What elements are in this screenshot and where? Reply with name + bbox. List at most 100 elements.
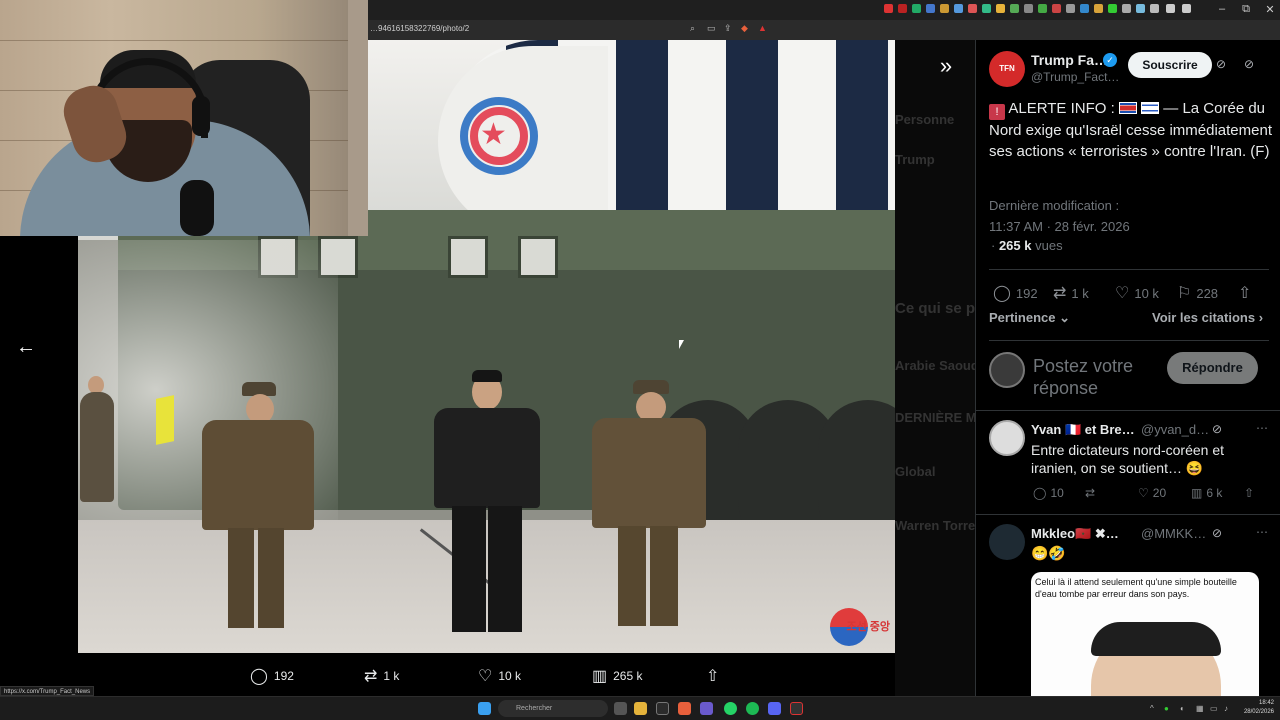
menu-icon[interactable] xyxy=(1182,4,1191,13)
commenter-name[interactable]: Mkkleo🇲🇦 ✖… xyxy=(1031,526,1119,542)
extension-icon[interactable] xyxy=(996,4,1005,13)
brave-shield-icon[interactable]: ◆ xyxy=(741,23,748,34)
taskbar-search[interactable]: Rechercher xyxy=(498,700,608,717)
zoom-icon[interactable]: ⌕ xyxy=(690,23,695,34)
app-icon[interactable] xyxy=(700,702,713,715)
feed-trend: Global xyxy=(895,464,936,479)
commenter-avatar[interactable] xyxy=(989,420,1025,456)
reply-stat[interactable]: ◯ 10 xyxy=(1033,486,1064,500)
extension-icon[interactable] xyxy=(1108,4,1117,13)
sort-dropdown[interactable]: Pertinence ⌄ xyxy=(989,310,1070,326)
collapse-panel-icon[interactable]: » xyxy=(928,50,964,82)
comment-text: Entre dictateurs nord-coréen et iranien,… xyxy=(1031,442,1224,476)
mouse-cursor-icon xyxy=(679,340,684,349)
more-options-icon[interactable]: ⋯ xyxy=(1256,421,1268,435)
extension-icon[interactable] xyxy=(940,4,949,13)
minimize-button[interactable]: – xyxy=(1210,3,1234,15)
tray-app-icon[interactable]: ● xyxy=(1164,704,1169,713)
maximize-button[interactable]: ⧉ xyxy=(1234,3,1258,16)
spotify-icon[interactable] xyxy=(746,702,759,715)
feed-trend: Arabie Saoud xyxy=(895,358,975,373)
task-view-icon[interactable] xyxy=(614,702,627,715)
extension-icon[interactable] xyxy=(1080,4,1089,13)
reply-input[interactable]: Postez votre réponse xyxy=(1033,355,1163,397)
share-action[interactable]: ⇧ xyxy=(706,666,719,686)
author-name[interactable]: Trump Fa… xyxy=(1031,52,1108,68)
extension-icon[interactable] xyxy=(1010,4,1019,13)
extension-icon[interactable] xyxy=(1066,4,1075,13)
reply-action[interactable]: ◯ 192 xyxy=(250,666,294,686)
url-text[interactable]: …94616158322769/photo/2 xyxy=(370,24,469,33)
obs-icon[interactable] xyxy=(790,702,803,715)
app-icon[interactable] xyxy=(656,702,669,715)
extension-icon[interactable] xyxy=(912,4,921,13)
extension-icon[interactable] xyxy=(1122,4,1131,13)
chevron-right-icon: › xyxy=(1258,310,1264,325)
more-options-icon[interactable]: ⋯ xyxy=(1256,525,1268,539)
commenter-avatar[interactable] xyxy=(989,524,1025,560)
network-icon[interactable]: ▭ xyxy=(1210,704,1218,713)
cast-icon[interactable]: ▭ xyxy=(707,23,716,34)
extension-icon[interactable] xyxy=(968,4,977,13)
extension-icon[interactable] xyxy=(1052,4,1061,13)
extension-icon[interactable] xyxy=(1038,4,1047,13)
whatsapp-icon[interactable] xyxy=(724,702,737,715)
reply-button[interactable]: Répondre xyxy=(1167,352,1258,384)
block-icon[interactable]: ⊘ xyxy=(1212,422,1222,436)
extension-icon[interactable] xyxy=(1094,4,1103,13)
repost-stat[interactable]: ⇄ 1 k xyxy=(1053,283,1089,303)
view-quotes-link[interactable]: Voir les citations › xyxy=(1152,310,1263,325)
rewards-icon[interactable]: ▲ xyxy=(758,23,767,33)
heart-icon: ♡ xyxy=(478,668,493,685)
block-icon[interactable]: ⊘ xyxy=(1244,57,1254,71)
views-stat[interactable]: ▥ 6 k xyxy=(1191,486,1222,500)
author-avatar[interactable]: TFN xyxy=(989,51,1025,87)
chevron-down-icon: ⌄ xyxy=(1059,310,1071,325)
bookmark-stat[interactable]: ⚐ 228 xyxy=(1177,283,1218,303)
block-icon[interactable]: ⊘ xyxy=(1216,57,1226,71)
extension-icon[interactable] xyxy=(1024,4,1033,13)
share-button[interactable]: ⇧ xyxy=(1238,283,1251,303)
extension-icon[interactable] xyxy=(926,4,935,13)
commenter-handle[interactable]: @MMKK… xyxy=(1141,526,1206,541)
extension-icon[interactable] xyxy=(954,4,963,13)
repost-stat[interactable]: ⇄ xyxy=(1085,486,1095,500)
taskbar-clock[interactable]: 18:42 28/02/2026 xyxy=(1236,699,1274,717)
extension-icon[interactable] xyxy=(1136,4,1145,13)
reply-stat[interactable]: ◯ 192 xyxy=(993,283,1038,303)
alert-siren-icon: ! xyxy=(989,104,1005,120)
commenter-name[interactable]: Yvan 🇫🇷 et Bre… xyxy=(1031,422,1135,438)
repost-action[interactable]: ⇄ 1 k xyxy=(364,666,399,686)
share-button[interactable]: ⇧ xyxy=(1244,486,1254,500)
chevron-up-icon[interactable]: ^ xyxy=(1150,704,1154,713)
like-stat[interactable]: ♡ 10 k xyxy=(1115,283,1159,303)
file-explorer-icon[interactable] xyxy=(634,702,647,715)
microphone-icon xyxy=(180,180,214,236)
extension-icon[interactable] xyxy=(884,4,893,13)
volume-icon[interactable]: ♪ xyxy=(1224,704,1228,713)
like-action[interactable]: ♡ 10 k xyxy=(478,666,521,686)
address-bar[interactable]: …94616158322769/photo/2 xyxy=(368,20,1280,40)
comment-image[interactable]: Celui là il attend seulement qu'une simp… xyxy=(1031,572,1259,696)
extension-icon[interactable] xyxy=(982,4,991,13)
like-stat[interactable]: ♡ 20 xyxy=(1138,486,1166,500)
webcam-overlay xyxy=(0,0,368,236)
views-action[interactable]: ▥ 265 k xyxy=(592,666,642,686)
author-handle[interactable]: @Trump_Fact… xyxy=(1031,70,1119,84)
extension-icon[interactable] xyxy=(898,4,907,13)
puzzle-icon[interactable] xyxy=(1166,4,1175,13)
discord-icon[interactable] xyxy=(768,702,781,715)
extension-icon[interactable] xyxy=(1150,4,1159,13)
commenter-handle[interactable]: @yvan_d… xyxy=(1141,422,1209,437)
tray-app-icon[interactable]: ◐ xyxy=(1180,704,1185,713)
back-arrow-icon[interactable]: ← xyxy=(8,332,44,362)
share-icon[interactable]: ⇪ xyxy=(724,23,732,34)
block-icon[interactable]: ⊘ xyxy=(1212,526,1222,540)
tray-app-icon[interactable]: ▦ xyxy=(1196,704,1204,713)
brave-browser-icon[interactable] xyxy=(678,702,691,715)
start-menu-icon[interactable] xyxy=(478,702,491,715)
subscribe-button[interactable]: Souscrire xyxy=(1128,52,1212,78)
user-avatar[interactable] xyxy=(989,352,1025,388)
tweet-datetime[interactable]: 11:37 AM · 28 févr. 2026 xyxy=(989,219,1130,234)
close-window-button[interactable]: ✕ xyxy=(1258,3,1280,16)
